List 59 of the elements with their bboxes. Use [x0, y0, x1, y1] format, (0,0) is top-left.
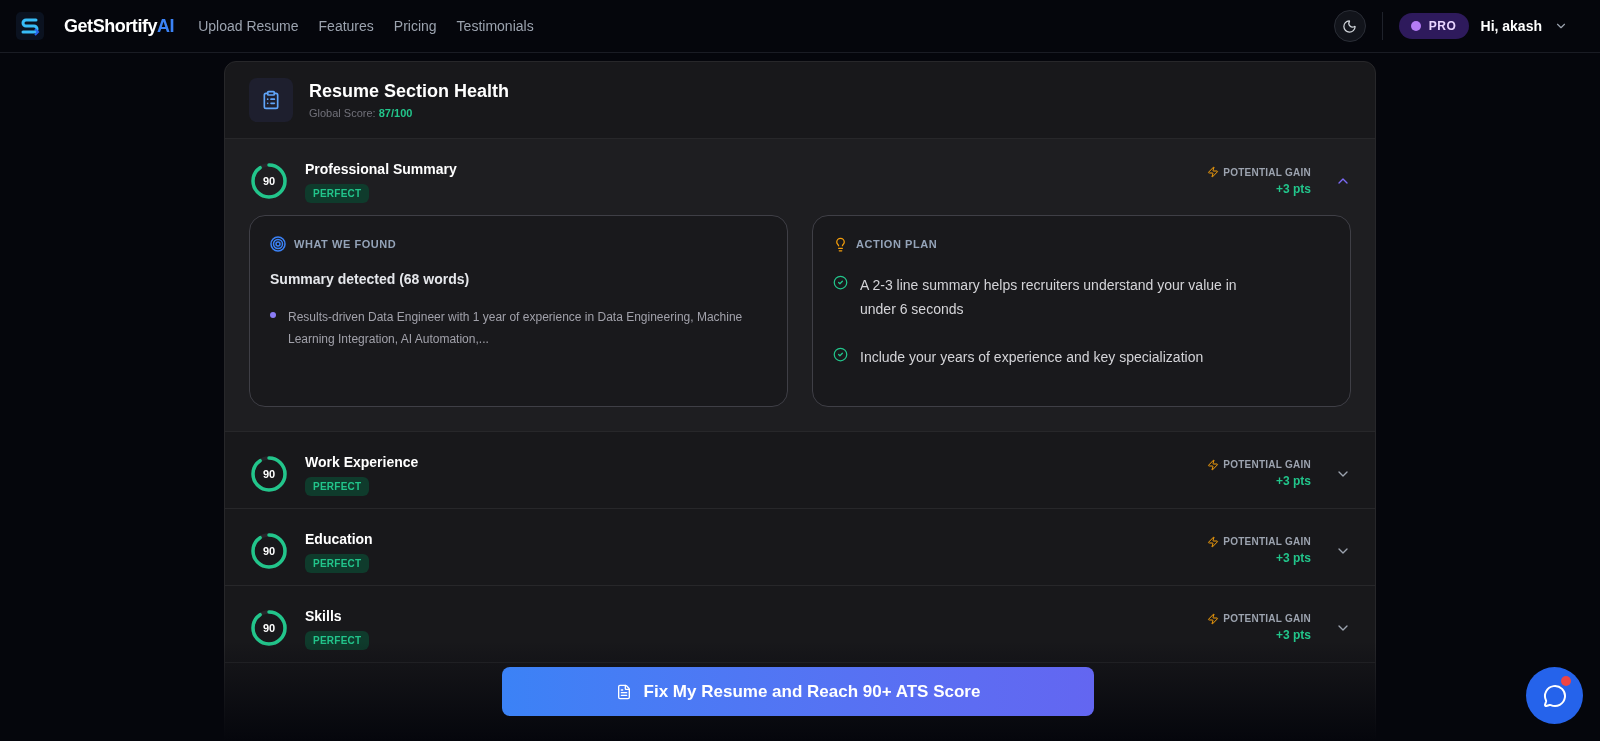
- global-score: Global Score: 87/100: [309, 106, 414, 122]
- gain-label: POTENTIAL GAIN: [1223, 458, 1311, 472]
- lightning-icon: [1207, 166, 1220, 178]
- section-header[interactable]: 90 Skills PERFECT POTENTIAL GAIN +3 pts: [249, 605, 1351, 650]
- clipboard-icon: [261, 90, 281, 110]
- fix-resume-button[interactable]: Fix My Resume and Reach 90+ ATS Score: [502, 667, 1094, 716]
- score-ring: [249, 453, 289, 494]
- chat-bubble-icon: [1542, 683, 1567, 708]
- lightbulb-icon: [833, 236, 848, 252]
- user-menu[interactable]: Hi, akash: [1480, 15, 1584, 37]
- card-heading: WHAT WE FOUND: [294, 237, 397, 252]
- theme-toggle-button[interactable]: [1333, 10, 1366, 42]
- status-badge: PERFECT: [305, 184, 370, 203]
- section-header[interactable]: 90 Work Experience PERFECT POTENTIAL GAIN +3 pts: [249, 451, 1351, 496]
- nav-link[interactable]: Features: [318, 15, 374, 37]
- action-text: Include your years of experience and key specialization: [860, 347, 1204, 367]
- status-badge: PERFECT: [305, 553, 370, 573]
- lightning-icon: [1207, 458, 1220, 471]
- check-circle-icon: [833, 274, 848, 290]
- lightning-icon: [1207, 535, 1220, 548]
- panel-title: Resume Section Health: [309, 80, 510, 104]
- section-header[interactable]: 90 Education PERFECT POTENTIAL GAIN +3 pts: [249, 528, 1351, 573]
- status-badge: PERFECT: [305, 630, 370, 650]
- section-title: Skills: [305, 606, 342, 626]
- card-heading: ACTION PLAN: [856, 237, 938, 252]
- score-ring: [249, 161, 289, 201]
- gain-value: +3 pts: [1276, 473, 1311, 490]
- score-value: 90: [262, 175, 276, 187]
- findings-summary: Summary detected (68 words): [270, 269, 471, 289]
- finding-text: Results-driven Data Engineer with 1 year of experience in Data Engineering, Machine Learning Integration, AI Automation,...: [288, 308, 744, 348]
- chat-button[interactable]: [1526, 667, 1583, 724]
- action-text: A 2-3 line summary helps recruiters understand your value in under 6 seconds: [860, 275, 1238, 319]
- moon-icon: [1342, 18, 1358, 34]
- gain-value: +3 pts: [1276, 550, 1311, 567]
- gain-label: POTENTIAL GAIN: [1223, 535, 1311, 549]
- gain-label: POTENTIAL GAIN: [1223, 165, 1311, 180]
- nav-link[interactable]: Upload Resume: [198, 15, 299, 37]
- score-value: 90: [262, 622, 276, 633]
- nav-link[interactable]: Testimonials: [456, 15, 534, 37]
- score-ring: [249, 530, 289, 571]
- brand-logo[interactable]: GetShortifyAI: [64, 12, 175, 40]
- score-value: 90: [262, 545, 276, 556]
- check-circle-icon: [833, 346, 848, 362]
- gain-label: POTENTIAL GAIN: [1223, 612, 1311, 626]
- gain-value: +3 pts: [1276, 627, 1311, 644]
- nav-link[interactable]: Pricing: [393, 15, 437, 37]
- pro-badge: PRO: [1398, 13, 1469, 39]
- score-ring: [249, 607, 289, 648]
- document-icon: [615, 683, 632, 700]
- section-header[interactable]: 90 Professional Summary PERFECT POTENTIAL GAIN +3 pts: [249, 159, 1351, 203]
- logo-icon: [16, 12, 44, 40]
- section-title: Work Experience: [305, 452, 419, 472]
- target-icon: [270, 236, 286, 253]
- score-value: 90: [262, 468, 276, 479]
- lightning-icon: [1207, 612, 1220, 625]
- gain-value: +3 pts: [1276, 180, 1311, 198]
- section-title: Education: [305, 529, 373, 549]
- section-title: Professional Summary: [305, 160, 457, 179]
- status-badge: PERFECT: [305, 476, 370, 496]
